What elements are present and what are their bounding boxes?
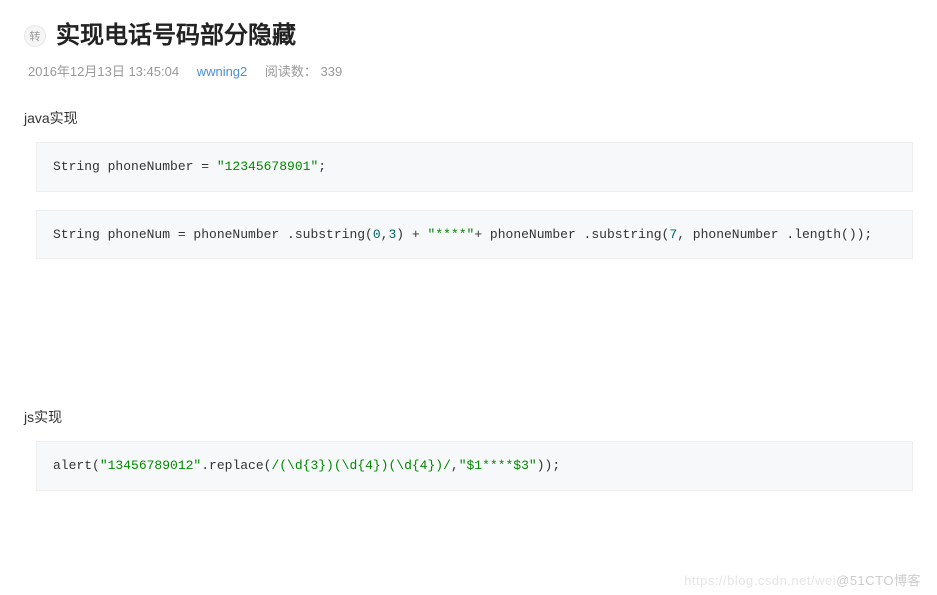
section-java-label: java实现 [24, 108, 913, 128]
code-block-java-1[interactable]: String phoneNumber = "12345678901"; [36, 142, 913, 192]
views-label: 阅读数： [265, 64, 317, 79]
meta-row: 2016年12月13日 13:45:04 wwning2 阅读数： 339 [24, 61, 913, 80]
title-row: 转 实现电话号码部分隐藏 [24, 20, 913, 51]
section-js-label: js实现 [24, 407, 913, 427]
author-link[interactable]: wwning2 [197, 64, 248, 79]
views-count: 339 [321, 64, 343, 79]
code-block-java-2[interactable]: String phoneNum = phoneNumber .substring… [36, 210, 913, 260]
spacer [24, 277, 913, 397]
article-title: 实现电话号码部分隐藏 [56, 20, 296, 51]
watermark-url: https://blog.csdn.net/wei [684, 573, 836, 588]
watermark: https://blog.csdn.net/wei@51CTO博客 [684, 570, 921, 589]
publish-date: 2016年12月13日 13:45:04 [28, 64, 179, 79]
repost-badge-icon: 转 [24, 25, 46, 47]
watermark-text: @51CTO博客 [836, 573, 921, 588]
code-block-js[interactable]: alert("13456789012".replace(/(\d{3})(\d{… [36, 441, 913, 491]
article-container: 转 实现电话号码部分隐藏 2016年12月13日 13:45:04 wwning… [0, 0, 937, 529]
